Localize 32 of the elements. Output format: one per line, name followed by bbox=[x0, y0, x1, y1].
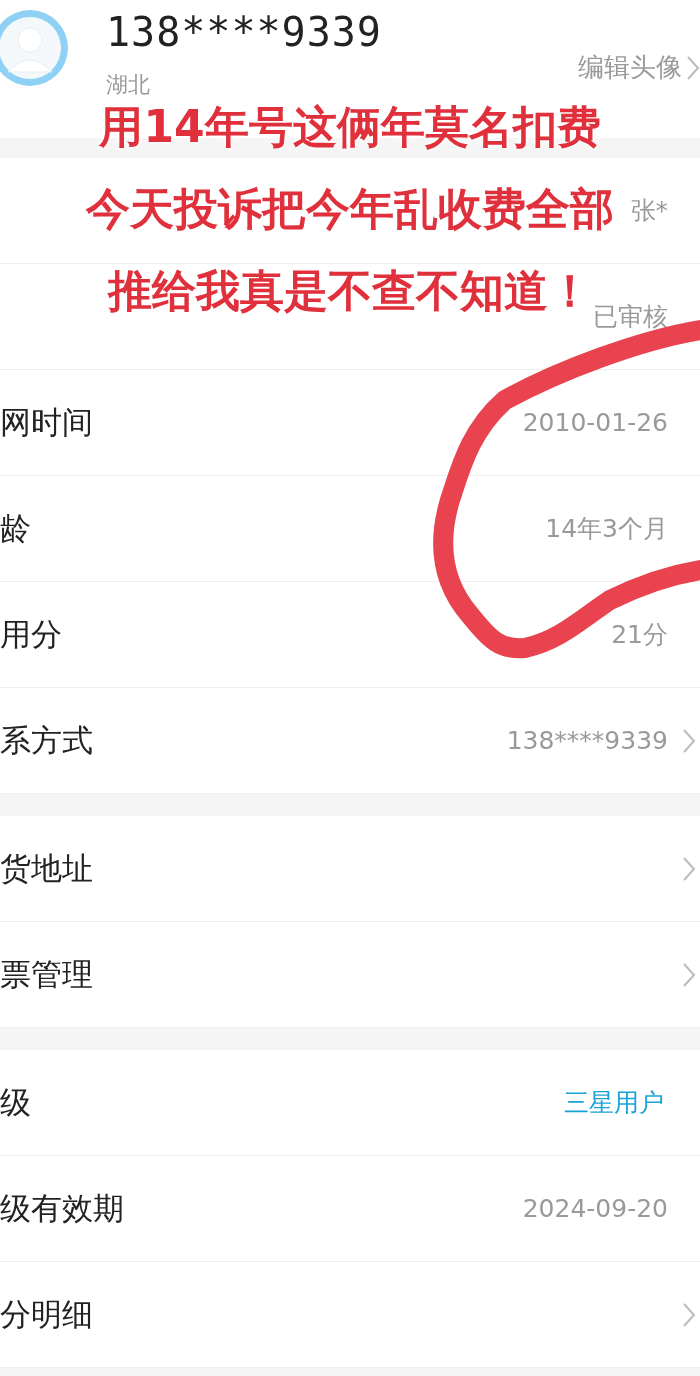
settings-row[interactable]: 网时间 2010-01-26 bbox=[0, 370, 700, 476]
settings-row[interactable]: 用分 21分 bbox=[0, 582, 700, 688]
settings-row[interactable]: 货地址 bbox=[0, 816, 700, 922]
row-label: 龄 bbox=[0, 508, 32, 548]
phone-number: 138****9339 bbox=[106, 8, 383, 56]
avatar-icon[interactable] bbox=[0, 8, 70, 88]
row-value: 已审核 bbox=[593, 301, 668, 333]
row-label: 级 bbox=[0, 1082, 32, 1122]
row-label: 用分 bbox=[0, 614, 63, 654]
settings-row[interactable]: 分明细 bbox=[0, 1262, 700, 1368]
row-label: 票管理 bbox=[0, 954, 94, 994]
row-value: 14年3个月 bbox=[545, 513, 668, 545]
settings-row[interactable]: 级有效期 2024-09-20 bbox=[0, 1156, 700, 1262]
row-value: 2010-01-26 bbox=[522, 408, 668, 437]
settings-row[interactable]: 票管理 bbox=[0, 922, 700, 1028]
row-value: 三星用户 bbox=[564, 1087, 664, 1119]
settings-row[interactable]: 龄 14年3个月 bbox=[0, 476, 700, 582]
row-label: 系方式 bbox=[0, 720, 94, 760]
settings-row[interactable]: 系方式 138****9339 bbox=[0, 688, 700, 794]
row-label: 货地址 bbox=[0, 848, 94, 888]
row-label: 分明细 bbox=[0, 1294, 94, 1334]
annotation-text: 用14年号这俩年莫名扣费 bbox=[99, 100, 601, 154]
annotation-text: 推给我真是不查不知道！ bbox=[108, 264, 592, 318]
row-value: 21分 bbox=[611, 619, 668, 651]
row-value: 2024-09-20 bbox=[522, 1194, 668, 1223]
row-value: 138****9339 bbox=[506, 726, 668, 755]
settings-row[interactable]: 级 三星用户 bbox=[0, 1050, 700, 1156]
annotation-text: 今天投诉把今年乱收费全部 bbox=[86, 182, 614, 236]
region-text: 湖北 bbox=[106, 71, 151, 99]
row-label: 级有效期 bbox=[0, 1188, 125, 1228]
row-value: 张* bbox=[630, 195, 668, 227]
row-label: 网时间 bbox=[0, 402, 94, 442]
